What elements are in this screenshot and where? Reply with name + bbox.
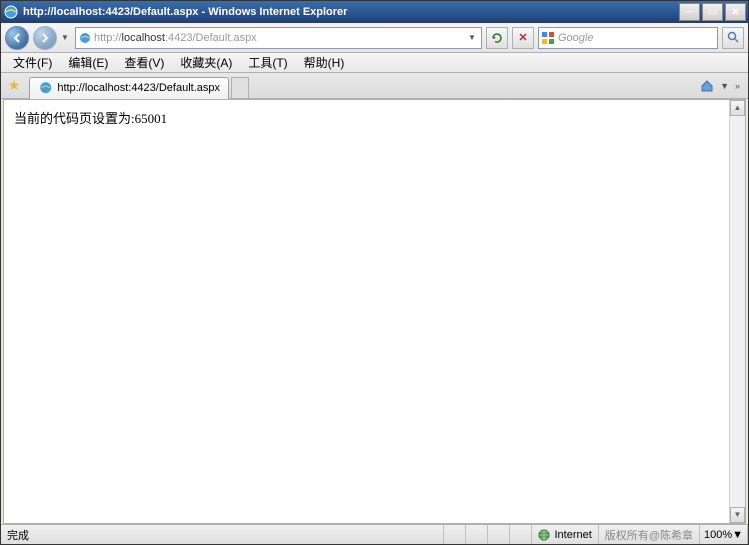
menu-file[interactable]: 文件(F) (5, 52, 60, 73)
status-watermark: 版权所有@陈希章 (599, 525, 700, 544)
search-placeholder: Google (558, 32, 715, 44)
status-pane-3 (488, 525, 510, 544)
status-pane-4 (510, 525, 532, 544)
menu-view[interactable]: 查看(V) (116, 52, 172, 73)
close-button[interactable]: ✕ (725, 3, 746, 21)
zoom-level[interactable]: 100% ▼ (700, 525, 748, 544)
page-body-text: 当前的代码页设置为:65001 (4, 100, 745, 135)
internet-zone-icon (538, 529, 550, 541)
new-tab-button[interactable] (231, 77, 249, 99)
scroll-track[interactable] (730, 116, 745, 507)
address-text: http://localhost:4423/Default.aspx (94, 32, 465, 44)
navigation-bar: ▼ http://localhost:4423/Default.aspx ▼ ✕… (1, 23, 748, 53)
tab-bar: ★ http://localhost:4423/Default.aspx ▼ » (1, 73, 748, 99)
status-text: 完成 (1, 525, 444, 544)
address-bar[interactable]: http://localhost:4423/Default.aspx ▼ (75, 27, 482, 49)
status-bar: 完成 Internet 版权所有@陈希章 100% ▼ (1, 524, 748, 544)
search-button[interactable] (722, 27, 744, 49)
vertical-scrollbar[interactable]: ▲ ▼ (729, 100, 745, 523)
back-button[interactable] (5, 26, 29, 50)
refresh-icon (491, 32, 503, 44)
security-zone[interactable]: Internet (532, 525, 598, 544)
page-content-area: 当前的代码页设置为:65001 ▲ ▼ (3, 99, 746, 524)
address-dropdown[interactable]: ▼ (465, 33, 479, 42)
menu-edit[interactable]: 编辑(E) (60, 52, 116, 73)
favorites-star-icon[interactable]: ★ (5, 77, 23, 95)
tab-title: http://localhost:4423/Default.aspx (57, 82, 220, 94)
arrow-right-icon (40, 33, 50, 43)
minimize-button[interactable]: ─ (679, 3, 700, 21)
menu-tools[interactable]: 工具(T) (240, 52, 295, 73)
ie-icon (3, 4, 19, 20)
status-pane-1 (444, 525, 466, 544)
window-title: http://localhost:4423/Default.aspx - Win… (23, 6, 679, 18)
tab-page-icon (38, 80, 53, 95)
menu-bar: 文件(F) 编辑(E) 查看(V) 收藏夹(A) 工具(T) 帮助(H) (1, 53, 748, 73)
window-titlebar: http://localhost:4423/Default.aspx - Win… (1, 1, 748, 23)
forward-button[interactable] (33, 26, 57, 50)
stop-button[interactable]: ✕ (512, 27, 534, 49)
refresh-button[interactable] (486, 27, 508, 49)
maximize-button[interactable]: ▭ (702, 3, 723, 21)
search-box[interactable]: Google (538, 27, 718, 49)
home-icon[interactable] (700, 79, 714, 93)
menu-favorites[interactable]: 收藏夹(A) (172, 52, 240, 73)
google-icon (541, 31, 555, 45)
nav-history-dropdown[interactable]: ▼ (61, 33, 71, 42)
toolbar-dropdown[interactable]: ▼ (720, 81, 729, 91)
status-pane-2 (466, 525, 488, 544)
arrow-left-icon (12, 33, 22, 43)
scroll-down-button[interactable]: ▼ (730, 507, 745, 523)
magnifier-icon (727, 31, 740, 44)
page-icon (78, 31, 92, 45)
tab-active[interactable]: http://localhost:4423/Default.aspx (29, 77, 229, 99)
menu-help[interactable]: 帮助(H) (296, 52, 353, 73)
scroll-up-button[interactable]: ▲ (730, 100, 745, 116)
toolbar-chevron-icon[interactable]: » (735, 81, 740, 91)
